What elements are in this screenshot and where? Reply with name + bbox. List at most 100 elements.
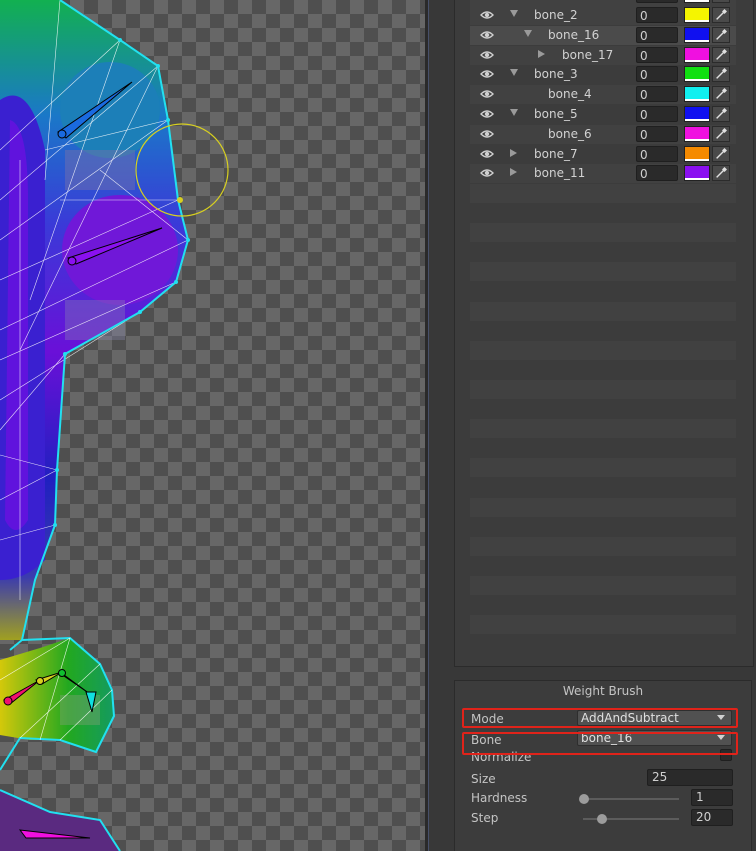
bone-depth-field[interactable]: 0 (636, 46, 678, 63)
weight-brush-title: Weight Brush (562, 684, 644, 698)
empty-row (470, 184, 736, 203)
bone-row-bone-4[interactable]: bone_4 0 (470, 85, 736, 105)
bone-row-bone-3[interactable]: bone_3 0 (470, 65, 736, 84)
empty-row (470, 536, 736, 556)
eye-icon[interactable] (480, 129, 494, 139)
eyedropper-icon[interactable] (712, 7, 730, 23)
empty-row (470, 517, 736, 536)
eyedropper-icon[interactable] (712, 66, 730, 83)
eyedropper-icon[interactable] (712, 145, 730, 162)
collapse-arrow-icon[interactable] (538, 49, 545, 58)
bone-name: bone_4 (548, 87, 592, 102)
empty-row (470, 615, 736, 635)
bone-row-bone-6[interactable]: bone_6 0 (470, 124, 736, 144)
collapse-arrow-icon[interactable] (510, 168, 517, 177)
bone-depth-field[interactable]: 0 (636, 86, 678, 103)
bone-row-bone-16[interactable]: bone_16 0 (470, 25, 736, 45)
mode-highlight (462, 708, 738, 728)
bone-name: bone_7 (534, 146, 578, 161)
bone-color-swatch[interactable] (684, 66, 710, 83)
bone-row-bone-7[interactable]: bone_7 0 (470, 145, 736, 164)
empty-row (470, 439, 736, 458)
sprite-body (0, 0, 188, 640)
bone-depth-field[interactable]: 0 (636, 26, 678, 43)
empty-row (470, 380, 736, 399)
expand-arrow-icon[interactable] (510, 10, 518, 17)
hardness-slider-track[interactable] (583, 798, 679, 800)
empty-row (470, 596, 736, 615)
eyedropper-icon[interactable] (712, 165, 730, 182)
empty-row (470, 204, 736, 223)
eye-icon[interactable] (480, 30, 494, 40)
size-field[interactable]: 25 (647, 769, 733, 786)
bone-color-swatch[interactable] (684, 7, 710, 23)
bone-row-bone-2[interactable]: bone_2 0 (470, 6, 736, 25)
expand-arrow-icon[interactable] (510, 69, 518, 77)
bone-row-bone-17[interactable]: bone_17 0 (470, 45, 736, 65)
empty-row (470, 478, 736, 497)
size-label: Size (471, 772, 496, 786)
eyedropper-icon[interactable] (712, 26, 730, 43)
empty-row (470, 458, 736, 478)
eyedropper-icon[interactable] (712, 125, 730, 142)
empty-row (470, 576, 736, 595)
empty-row (470, 635, 736, 654)
eye-icon[interactable] (480, 109, 494, 119)
eye-icon[interactable] (480, 69, 494, 79)
eyedropper-icon[interactable] (712, 106, 730, 122)
hardness-field[interactable]: 1 (691, 789, 733, 806)
eye-icon[interactable] (480, 89, 494, 99)
step-label: Step (471, 811, 499, 825)
empty-row (470, 340, 736, 360)
expand-arrow-icon[interactable] (524, 29, 532, 37)
sprite-viewport[interactable] (0, 0, 425, 851)
eyedropper-icon[interactable] (712, 46, 730, 63)
bone-color-swatch[interactable] (684, 86, 710, 103)
hardness-label: Hardness (471, 791, 528, 805)
eyedropper-icon[interactable] (712, 86, 730, 103)
bone-color-swatch[interactable] (684, 145, 710, 162)
bone-depth-field[interactable]: 0 (636, 106, 678, 122)
bone-color-swatch[interactable] (684, 125, 710, 142)
bone-depth-field[interactable]: 0 (636, 7, 678, 23)
empty-row (470, 360, 736, 379)
bone-name: bone_3 (534, 67, 578, 82)
step-slider-handle[interactable] (597, 814, 608, 824)
eye-icon[interactable] (480, 168, 494, 178)
bone-highlight (462, 732, 738, 755)
empty-row (470, 556, 736, 575)
expand-arrow-icon[interactable] (510, 109, 518, 116)
bone-name: bone_5 (534, 107, 578, 121)
empty-row (470, 301, 736, 321)
bone-color-swatch[interactable] (684, 46, 710, 63)
empty-row (470, 497, 736, 517)
bone-name: bone_17 (562, 47, 614, 62)
empty-row (470, 419, 736, 439)
bone-color-swatch[interactable] (684, 26, 710, 43)
bone-depth-field[interactable]: 0 (636, 125, 678, 142)
bone-color-swatch[interactable] (684, 106, 710, 122)
sprite-foot (0, 790, 120, 851)
bone-color-swatch[interactable] (684, 165, 710, 182)
eye-icon[interactable] (480, 10, 494, 20)
empty-row (470, 400, 736, 419)
empty-row (470, 282, 736, 301)
empty-row (470, 321, 736, 340)
hardness-slider-handle[interactable] (578, 794, 589, 804)
eye-icon[interactable] (480, 149, 494, 159)
empty-row (470, 262, 736, 282)
step-field[interactable]: 20 (691, 809, 733, 826)
bone-depth-field[interactable]: 0 (636, 165, 678, 182)
bone-name: bone_11 (534, 166, 586, 181)
weight-brush-panel: Weight Brush Mode AddAndSubtract Bone No… (454, 680, 752, 851)
empty-row (470, 243, 736, 262)
bone-name: bone_6 (548, 126, 592, 141)
bone-depth-field[interactable]: 0 (636, 145, 678, 162)
bone-depth-field[interactable]: 0 (636, 66, 678, 83)
empty-row (470, 223, 736, 243)
collapse-arrow-icon[interactable] (510, 148, 517, 157)
bone-row-bone-5[interactable]: bone_5 0 (470, 105, 736, 124)
bone-row-bone-11[interactable]: bone_11 0 (470, 164, 736, 184)
eye-icon[interactable] (480, 50, 494, 60)
bone-name: bone_16 (548, 27, 600, 42)
